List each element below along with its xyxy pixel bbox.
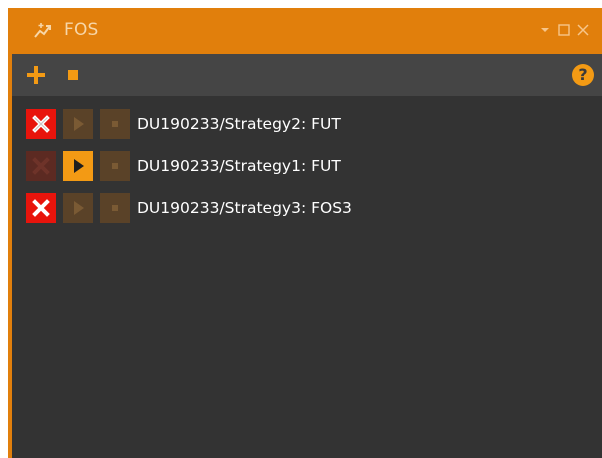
strategy-label: DU190233/Strategy2: FUT [137, 115, 341, 133]
stop-square-icon [112, 121, 118, 127]
maximize-icon[interactable] [557, 22, 571, 38]
stop-icon[interactable] [68, 70, 78, 80]
title-bar[interactable]: FOS [8, 8, 602, 54]
fos-window: FOS ? DU190233/Strategy2: FUT DU190233/S… [8, 8, 602, 458]
list-item: DU190233/Strategy2: FUT [26, 109, 341, 139]
stop-square-icon [112, 163, 118, 169]
stop-button[interactable] [100, 109, 130, 139]
list-item: DU190233/Strategy3: FOS3 [26, 193, 352, 223]
strategy-list: DU190233/Strategy2: FUT DU190233/Strateg… [12, 96, 602, 458]
help-button[interactable]: ? [572, 64, 594, 86]
play-button[interactable] [63, 193, 93, 223]
play-icon [74, 201, 84, 215]
remove-x-icon [32, 199, 50, 217]
stop-button[interactable] [100, 151, 130, 181]
strategy-label: DU190233/Strategy1: FUT [137, 157, 341, 175]
play-button[interactable] [63, 109, 93, 139]
close-icon[interactable] [576, 22, 590, 38]
window-title: FOS [64, 20, 99, 40]
remove-button[interactable] [26, 151, 56, 181]
stop-button[interactable] [100, 193, 130, 223]
list-item: DU190233/Strategy1: FUT [26, 151, 341, 181]
remove-x-icon [32, 157, 50, 175]
strategy-label: DU190233/Strategy3: FOS3 [137, 199, 352, 217]
play-icon [74, 159, 84, 173]
remove-button[interactable] [26, 193, 56, 223]
window-controls [538, 22, 590, 38]
play-icon [74, 117, 84, 131]
remove-x-icon [32, 115, 50, 133]
plus-icon[interactable] [26, 65, 46, 85]
remove-button[interactable] [26, 109, 56, 139]
strategy-icon [33, 21, 57, 41]
dropdown-icon[interactable] [538, 22, 552, 38]
toolbar: ? [12, 54, 602, 96]
stop-square-icon [112, 205, 118, 211]
play-button[interactable] [63, 151, 93, 181]
